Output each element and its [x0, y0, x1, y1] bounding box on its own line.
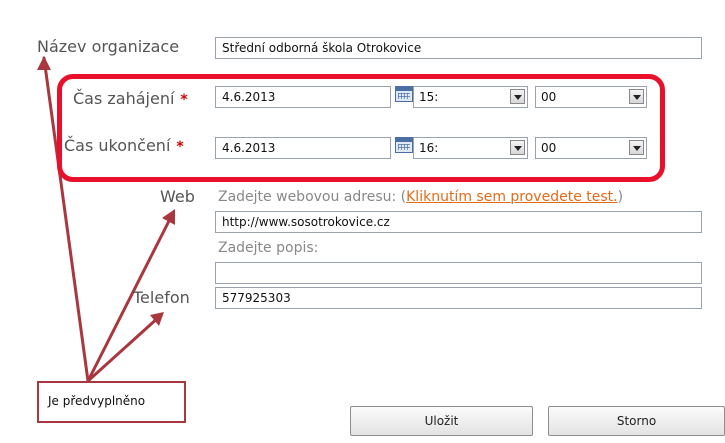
end-hour-select[interactable]: 16:	[413, 137, 528, 159]
test-link[interactable]: Kliknutím sem provedete test.	[406, 189, 617, 205]
start-date-input[interactable]: 4.6.2013	[215, 86, 391, 108]
end-date-input[interactable]: 4.6.2013	[215, 137, 391, 159]
end-minute-select[interactable]: 00	[535, 137, 647, 159]
web-url-hint-close: )	[617, 189, 624, 205]
calendar-icon[interactable]	[395, 86, 413, 102]
web-url-hint: Zadejte webovou adresu: (Kliknutím sem p…	[218, 189, 623, 205]
chevron-down-icon	[510, 89, 525, 104]
save-button[interactable]: Uložit	[350, 406, 533, 436]
arrowhead-organization	[37, 56, 51, 70]
phone-input[interactable]: 577925303	[215, 287, 702, 309]
web-desc-hint: Zadejte popis:	[218, 240, 319, 256]
start-time-label-text: Čas zahájení	[73, 89, 175, 108]
phone-label: Telefon	[133, 288, 190, 307]
required-mark: *	[176, 139, 184, 155]
cancel-button[interactable]: Storno	[548, 406, 725, 436]
organization-label: Název organizace	[37, 37, 180, 56]
end-time-label: Čas ukončení *	[64, 136, 184, 155]
start-time-label: Čas zahájení *	[73, 89, 188, 108]
end-hour-value: 16:	[419, 141, 439, 155]
end-minute-value: 00	[541, 141, 557, 155]
prefilled-callout: Je předvyplněno	[37, 381, 186, 423]
web-url-hint-text: Zadejte webovou adresu: (	[218, 189, 407, 205]
organization-input[interactable]: Střední odborná škola Otrokovice	[215, 37, 702, 59]
web-url-input[interactable]: http://www.sosotrokovice.cz	[215, 211, 702, 233]
end-time-label-text: Čas ukončení	[64, 136, 171, 155]
start-minute-value: 00	[541, 90, 557, 104]
start-minute-select[interactable]: 00	[535, 86, 647, 108]
start-hour-value: 15:	[419, 90, 439, 104]
web-desc-input[interactable]	[215, 262, 702, 284]
chevron-down-icon	[629, 140, 644, 155]
chevron-down-icon	[510, 140, 525, 155]
arrow-to-telefon	[86, 314, 162, 383]
required-mark: *	[180, 92, 188, 108]
web-label: Web	[160, 187, 195, 206]
chevron-down-icon	[629, 89, 644, 104]
calendar-icon[interactable]	[395, 137, 413, 153]
start-hour-select[interactable]: 15:	[413, 86, 528, 108]
